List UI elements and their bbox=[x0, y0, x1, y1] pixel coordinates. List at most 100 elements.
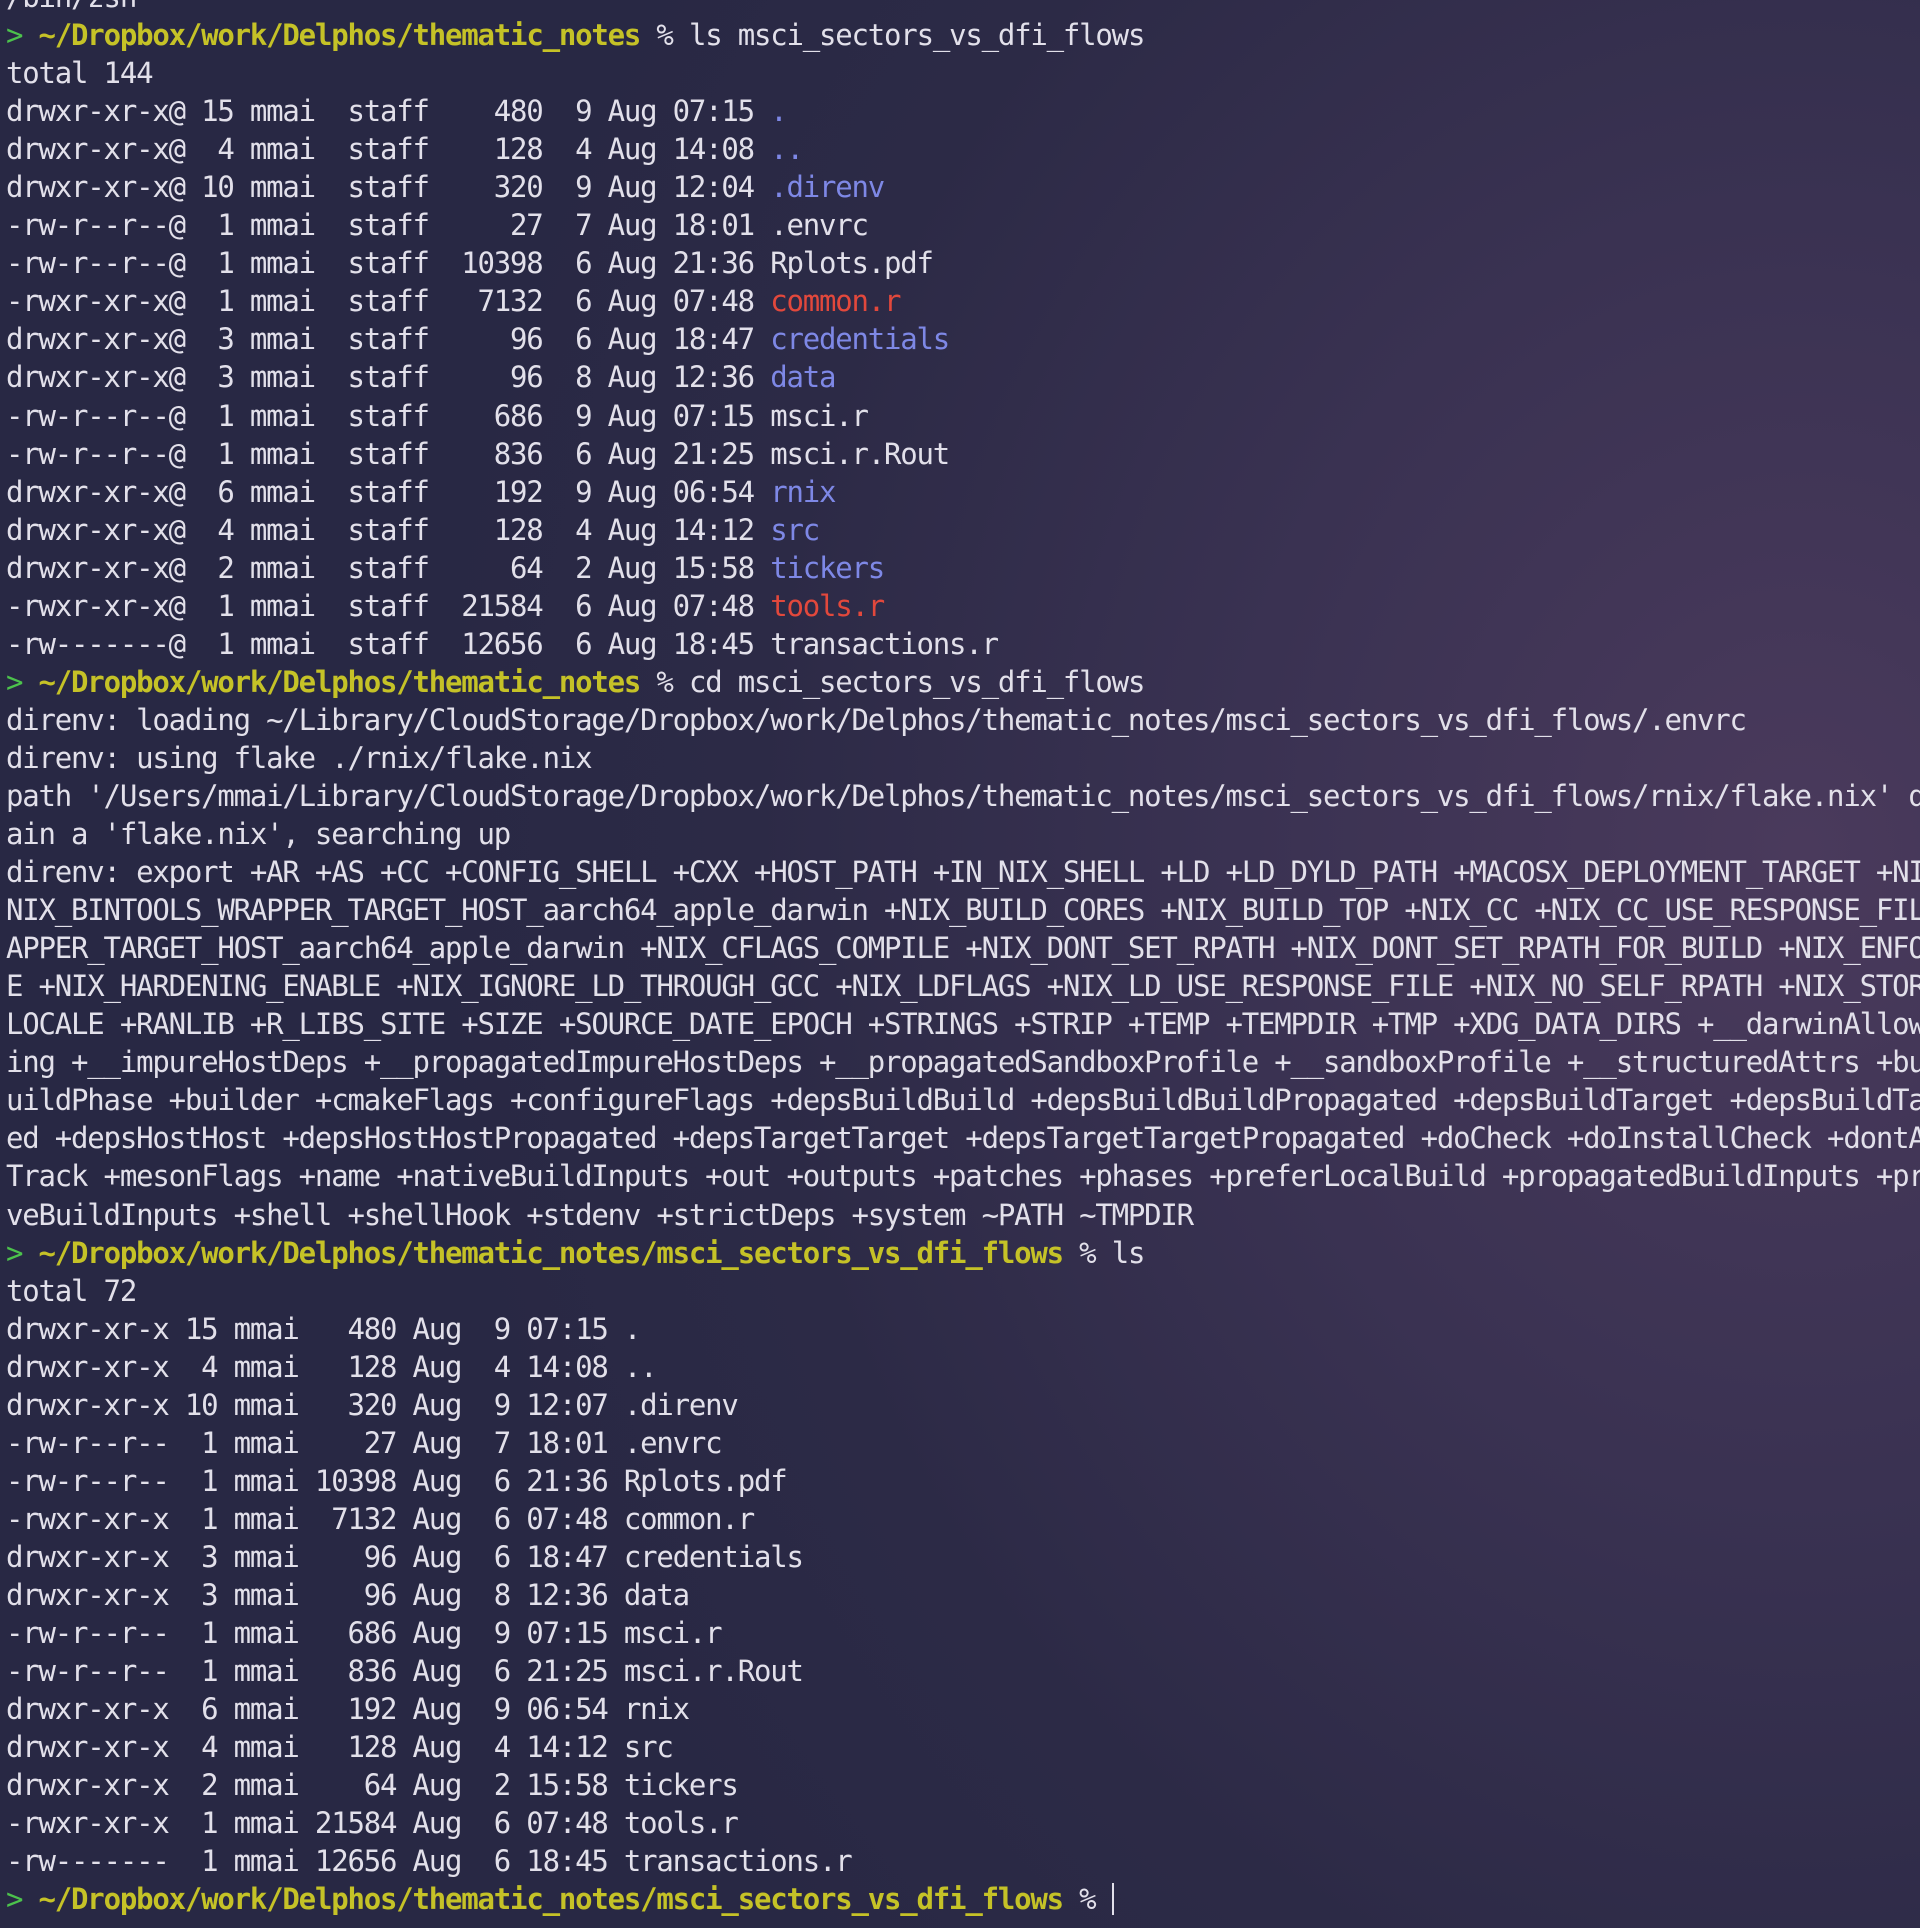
listing-row: -rwxr-xr-x 1 mmai 7132 Aug 6 07:48 commo… bbox=[6, 1500, 1920, 1538]
listing-filename: .envrc bbox=[770, 208, 869, 243]
prompt-line: > ~/Dropbox/work/Delphos/thematic_notes/… bbox=[6, 1234, 1920, 1272]
output-line: LOCALE +RANLIB +R_LIBS_SITE +SIZE +SOURC… bbox=[6, 1005, 1920, 1043]
output-text: total 72 bbox=[6, 1273, 137, 1308]
prompt-symbol: % bbox=[656, 18, 673, 53]
listing-details: -rw------- 1 mmai 12656 Aug 6 18:45 bbox=[6, 1844, 609, 1879]
listing-filename: data bbox=[623, 1577, 690, 1612]
listing-filename: src bbox=[623, 1730, 674, 1765]
listing-filename: src bbox=[770, 512, 820, 547]
listing-details: drwxr-xr-x@ 4 mmai staff 128 4 Aug 14:08 bbox=[6, 132, 755, 167]
listing-details: -rwxr-xr-x 1 mmai 7132 Aug 6 07:48 bbox=[6, 1501, 609, 1536]
listing-filename: Rplots.pdf bbox=[770, 246, 934, 281]
listing-filename: tickers bbox=[770, 550, 885, 585]
listing-filename: tools.r bbox=[623, 1806, 739, 1841]
prompt-arrow-icon: > bbox=[6, 1235, 23, 1270]
listing-row: -rwxr-xr-x 1 mmai 21584 Aug 6 07:48 tool… bbox=[6, 1804, 1920, 1842]
listing-row: drwxr-xr-x@ 4 mmai staff 128 4 Aug 14:08… bbox=[6, 130, 1920, 168]
prompt-path: ~/Dropbox/work/Delphos/thematic_notes bbox=[38, 18, 642, 53]
listing-filename: . bbox=[770, 94, 787, 129]
output-text: NIX_BINTOOLS_WRAPPER_TARGET_HOST_aarch64… bbox=[6, 893, 1920, 928]
output-line: ed +depsHostHost +depsHostHostPropagated… bbox=[6, 1119, 1920, 1157]
listing-filename: msci.r bbox=[770, 398, 869, 433]
listing-row: drwxr-xr-x@ 2 mmai staff 64 2 Aug 15:58 … bbox=[6, 549, 1920, 587]
listing-filename: rnix bbox=[623, 1692, 690, 1727]
output-line: direnv: using flake ./rnix/flake.nix bbox=[6, 739, 1920, 777]
output-line: APPER_TARGET_HOST_aarch64_apple_darwin +… bbox=[6, 929, 1920, 967]
output-line: E +NIX_HARDENING_ENABLE +NIX_IGNORE_LD_T… bbox=[6, 967, 1920, 1005]
listing-filename: msci.r.Rout bbox=[770, 436, 950, 471]
listing-row: drwxr-xr-x 4 mmai 128 Aug 4 14:12 src bbox=[6, 1728, 1920, 1766]
output-text: ed +depsHostHost +depsHostHostPropagated… bbox=[6, 1121, 1920, 1156]
listing-row: -rw------- 1 mmai 12656 Aug 6 18:45 tran… bbox=[6, 1842, 1920, 1880]
listing-row: drwxr-xr-x@ 3 mmai staff 96 8 Aug 12:36 … bbox=[6, 358, 1920, 396]
prompt-arrow-icon: > bbox=[6, 1882, 23, 1917]
listing-row: -rw-r--r--@ 1 mmai staff 27 7 Aug 18:01 … bbox=[6, 206, 1920, 244]
active-prompt-line: > ~/Dropbox/work/Delphos/thematic_notes/… bbox=[6, 1880, 1920, 1918]
output-text: veBuildInputs +shell +shellHook +stdenv … bbox=[6, 1197, 1194, 1232]
listing-row: -rw-------@ 1 mmai staff 12656 6 Aug 18:… bbox=[6, 625, 1920, 663]
listing-row: drwxr-xr-x@ 15 mmai staff 480 9 Aug 07:1… bbox=[6, 92, 1920, 130]
output-line: total 72 bbox=[6, 1272, 1920, 1310]
output-text: ing +__impureHostDeps +__propagatedImpur… bbox=[6, 1045, 1920, 1080]
command-text: cd msci_sectors_vs_dfi_flows bbox=[688, 664, 1145, 699]
text-cursor bbox=[1111, 1883, 1114, 1916]
listing-row: -rwxr-xr-x@ 1 mmai staff 21584 6 Aug 07:… bbox=[6, 587, 1920, 625]
output-text: direnv: loading ~/Library/CloudStorage/D… bbox=[6, 702, 1747, 737]
output-line: /bin/zsh bbox=[6, 0, 1920, 16]
listing-row: drwxr-xr-x 3 mmai 96 Aug 8 12:36 data bbox=[6, 1576, 1920, 1614]
listing-filename: . bbox=[623, 1311, 641, 1346]
output-line: direnv: export +AR +AS +CC +CONFIG_SHELL… bbox=[6, 853, 1920, 891]
listing-row: -rw-r--r--@ 1 mmai staff 10398 6 Aug 21:… bbox=[6, 244, 1920, 282]
listing-filename: Rplots.pdf bbox=[623, 1463, 788, 1498]
listing-details: -rwxr-xr-x@ 1 mmai staff 7132 6 Aug 07:4… bbox=[6, 284, 755, 319]
listing-details: drwxr-xr-x 4 mmai 128 Aug 4 14:08 bbox=[6, 1349, 609, 1384]
listing-details: drwxr-xr-x@ 3 mmai staff 96 6 Aug 18:47 bbox=[6, 322, 755, 357]
output-text: LOCALE +RANLIB +R_LIBS_SITE +SIZE +SOURC… bbox=[6, 1007, 1920, 1042]
output-text: uildPhase +builder +cmakeFlags +configur… bbox=[6, 1083, 1920, 1118]
terminal-output: /bin/zsh > ~/Dropbox/work/Delphos/themati… bbox=[6, 0, 1920, 1918]
listing-details: -rw-r--r-- 1 mmai 10398 Aug 6 21:36 bbox=[6, 1463, 609, 1498]
prompt-path: ~/Dropbox/work/Delphos/thematic_notes/ms… bbox=[38, 1235, 1065, 1270]
listing-details: drwxr-xr-x@ 6 mmai staff 192 9 Aug 06:54 bbox=[6, 474, 755, 509]
output-text: total 144 bbox=[6, 56, 154, 91]
listing-filename: common.r bbox=[770, 284, 901, 319]
listing-row: drwxr-xr-x 15 mmai 480 Aug 9 07:15 . bbox=[6, 1310, 1920, 1348]
listing-row: drwxr-xr-x 6 mmai 192 Aug 9 06:54 rnix bbox=[6, 1690, 1920, 1728]
listing-details: drwxr-xr-x 15 mmai 480 Aug 9 07:15 bbox=[6, 1311, 609, 1346]
listing-row: drwxr-xr-x@ 10 mmai staff 320 9 Aug 12:0… bbox=[6, 168, 1920, 206]
listing-details: drwxr-xr-x 3 mmai 96 Aug 8 12:36 bbox=[6, 1577, 609, 1612]
listing-filename: common.r bbox=[623, 1501, 755, 1536]
prompt-symbol: % bbox=[1079, 1235, 1096, 1270]
output-text: Track +mesonFlags +name +nativeBuildInpu… bbox=[6, 1159, 1920, 1194]
listing-filename: credentials bbox=[770, 322, 950, 357]
listing-details: drwxr-xr-x@ 15 mmai staff 480 9 Aug 07:1… bbox=[6, 94, 755, 129]
listing-details: -rw-r--r--@ 1 mmai staff 10398 6 Aug 21:… bbox=[6, 246, 755, 281]
listing-row: -rw-r--r-- 1 mmai 686 Aug 9 07:15 msci.r bbox=[6, 1614, 1920, 1652]
listing-filename: .direnv bbox=[623, 1387, 739, 1422]
listing-details: -rw-r--r--@ 1 mmai staff 686 9 Aug 07:15 bbox=[6, 398, 755, 433]
listing-details: -rw-r--r-- 1 mmai 836 Aug 6 21:25 bbox=[6, 1654, 609, 1689]
listing-row: -rw-r--r-- 1 mmai 836 Aug 6 21:25 msci.r… bbox=[6, 1652, 1920, 1690]
output-line: uildPhase +builder +cmakeFlags +configur… bbox=[6, 1081, 1920, 1119]
listing-details: drwxr-xr-x 10 mmai 320 Aug 9 12:07 bbox=[6, 1387, 609, 1422]
listing-details: -rw-r--r--@ 1 mmai staff 27 7 Aug 18:01 bbox=[6, 208, 755, 243]
listing-filename: .envrc bbox=[623, 1425, 723, 1460]
prompt-path: ~/Dropbox/work/Delphos/thematic_notes bbox=[38, 664, 642, 699]
terminal-window[interactable]: /bin/zsh > ~/Dropbox/work/Delphos/themati… bbox=[0, 0, 1920, 1928]
listing-filename: credentials bbox=[623, 1539, 804, 1574]
output-line: ing +__impureHostDeps +__propagatedImpur… bbox=[6, 1043, 1920, 1081]
listing-details: drwxr-xr-x@ 2 mmai staff 64 2 Aug 15:58 bbox=[6, 550, 755, 585]
command-text: ls bbox=[1111, 1235, 1146, 1270]
listing-details: -rw-r--r--@ 1 mmai staff 836 6 Aug 21:25 bbox=[6, 436, 755, 471]
prompt-arrow-icon: > bbox=[6, 18, 23, 53]
listing-row: drwxr-xr-x@ 6 mmai staff 192 9 Aug 06:54… bbox=[6, 473, 1920, 511]
listing-filename: msci.r bbox=[623, 1616, 723, 1651]
listing-details: drwxr-xr-x 2 mmai 64 Aug 2 15:58 bbox=[6, 1768, 609, 1803]
listing-details: -rwxr-xr-x 1 mmai 21584 Aug 6 07:48 bbox=[6, 1806, 609, 1841]
listing-details: -rw-------@ 1 mmai staff 12656 6 Aug 18:… bbox=[6, 626, 755, 661]
listing-row: drwxr-xr-x 4 mmai 128 Aug 4 14:08 .. bbox=[6, 1348, 1920, 1386]
output-text: direnv: using flake ./rnix/flake.nix bbox=[6, 740, 593, 775]
prompt-path: ~/Dropbox/work/Delphos/thematic_notes/ms… bbox=[38, 1882, 1065, 1917]
prompt-line: > ~/Dropbox/work/Delphos/thematic_notes … bbox=[6, 663, 1920, 701]
listing-row: -rwxr-xr-x@ 1 mmai staff 7132 6 Aug 07:4… bbox=[6, 282, 1920, 320]
